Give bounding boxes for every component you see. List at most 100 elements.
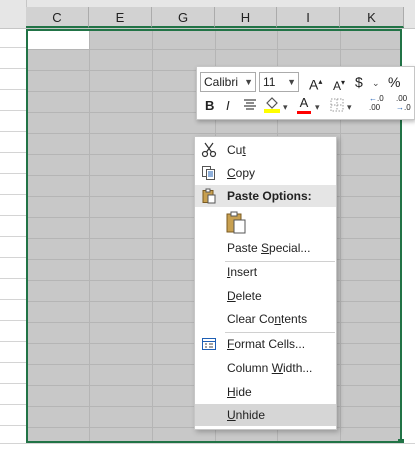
shrink-font-button[interactable]: A▾ — [333, 73, 345, 96]
column-header-g[interactable]: G — [152, 7, 215, 28]
menu-item-label: Unhide — [227, 408, 266, 422]
column-header-label: E — [115, 10, 125, 25]
italic-label: I — [226, 98, 230, 113]
menu-item-format-cells[interactable]: Format Cells... — [195, 333, 336, 355]
active-cell[interactable] — [28, 31, 90, 49]
menu-item-label: Column Width... — [227, 361, 313, 375]
font-size-value: 11 — [263, 75, 276, 89]
arrow-right-icon: → — [396, 103, 404, 112]
column-header-label: I — [306, 10, 310, 25]
paste-options-header: Paste Options: — [195, 185, 336, 207]
row-header-line — [0, 299, 26, 300]
font-color-label: A — [297, 95, 311, 114]
menu-item-cut[interactable]: Cut — [195, 139, 336, 161]
row-header-line — [0, 68, 26, 69]
row-header-line — [0, 47, 26, 48]
italic-button[interactable]: I — [226, 96, 230, 116]
menu-item-copy[interactable]: Copy — [195, 162, 336, 184]
paste-button[interactable] — [225, 211, 247, 235]
menu-item-label: Paste Special... — [227, 241, 311, 255]
menu-item-paste-special[interactable]: Paste Special... — [195, 237, 336, 259]
paste-options-label: Paste Options: — [227, 189, 312, 203]
column-header-label: G — [177, 10, 189, 25]
row-header-line — [0, 341, 26, 342]
decimal-label: .00 — [369, 103, 381, 112]
row-header-line — [0, 110, 26, 111]
context-menu: Cut Copy Paste Options: Paste Special...… — [194, 136, 337, 430]
percent-label: % — [388, 74, 401, 90]
column-header-k[interactable]: K — [340, 7, 404, 28]
row-header-line — [0, 362, 26, 363]
column-header-label: H — [240, 10, 251, 25]
menu-item-clear-contents[interactable]: Clear Contents — [195, 308, 336, 330]
menu-item-label: Copy — [227, 166, 256, 180]
menu-item-unhide[interactable]: Unhide — [195, 404, 336, 426]
currency-button[interactable]: $ — [355, 72, 363, 92]
currency-label: $ — [355, 74, 363, 90]
row-header-line — [0, 131, 26, 132]
row-header-line — [0, 383, 26, 384]
row-header-line — [0, 320, 26, 321]
chevron-down-icon[interactable]: ⌄ — [372, 73, 380, 93]
row-gridline — [28, 133, 400, 134]
clipboard-icon — [202, 188, 216, 204]
align-center-icon — [244, 99, 256, 110]
chevron-down-icon[interactable]: ▾ — [347, 97, 352, 117]
column-header-e[interactable]: E — [89, 7, 152, 28]
font-name-value: Calibri — [204, 75, 239, 89]
arrow-left-icon: ← — [369, 94, 377, 103]
menu-item-label: Clear Contents — [227, 312, 308, 326]
menu-item-column-width[interactable]: Column Width... — [195, 357, 336, 379]
align-center-button[interactable] — [243, 98, 257, 118]
menu-item-delete[interactable]: Delete — [195, 285, 336, 307]
row-gridline — [28, 49, 400, 50]
chevron-down-icon[interactable]: ▾ — [283, 97, 288, 117]
menu-item-insert[interactable]: Insert — [195, 261, 336, 283]
column-header-label: K — [367, 10, 376, 25]
row-header-line — [0, 236, 26, 237]
mini-toolbar: Calibri ▼ 11 ▼ A▴ A▾ $ ⌄ % B I ▾ A ▾ ▾ ←… — [196, 66, 415, 120]
menu-item-label: Format Cells... — [227, 337, 306, 351]
column-gridline — [152, 31, 153, 441]
column-header-label: C — [52, 10, 62, 25]
decimal-label: .00 — [396, 94, 408, 103]
menu-item-hide[interactable]: Hide — [195, 381, 336, 403]
menu-item-label: Hide — [227, 385, 252, 399]
menu-item-label: Delete — [227, 289, 262, 303]
grow-font-label: A — [309, 76, 319, 93]
column-header-h[interactable]: H — [215, 7, 277, 28]
caret-up-icon: ▴ — [318, 77, 323, 86]
percent-button[interactable]: % — [388, 72, 400, 92]
borders-icon — [330, 98, 344, 112]
borders-button[interactable] — [330, 98, 344, 118]
increase-decimal-button[interactable]: ←.0.00 — [369, 94, 384, 112]
font-name-box[interactable]: Calibri ▼ — [200, 72, 256, 92]
decimal-label: .0 — [377, 94, 384, 103]
fill-color-button[interactable] — [263, 94, 281, 120]
caret-down-icon: ▾ — [341, 78, 346, 87]
row-header-line — [0, 89, 26, 90]
shrink-font-label: A — [333, 79, 342, 93]
grow-font-button[interactable]: A▴ — [309, 72, 322, 95]
decrease-decimal-button[interactable]: .00 →.0 — [396, 94, 411, 112]
bold-button[interactable]: B — [205, 96, 214, 116]
menu-item-label: Cut — [227, 143, 246, 157]
select-all-corner[interactable] — [0, 0, 27, 28]
row-header-line — [0, 152, 26, 153]
row-header-line — [0, 257, 26, 258]
row-header-line — [0, 215, 26, 216]
fill-bucket-icon — [264, 97, 280, 113]
scissors-icon — [201, 142, 217, 158]
font-size-box[interactable]: 11 ▼ — [259, 72, 299, 92]
row-header-line — [0, 194, 26, 195]
column-header-c[interactable]: C — [26, 7, 89, 28]
column-header-i[interactable]: I — [277, 7, 340, 28]
bold-label: B — [205, 98, 215, 113]
font-color-button[interactable]: A — [297, 93, 311, 114]
chevron-down-icon: ▼ — [244, 77, 253, 87]
menu-item-label: Insert — [227, 265, 258, 279]
column-gridline — [89, 31, 90, 441]
chevron-down-icon: ▼ — [287, 77, 296, 87]
chevron-down-icon[interactable]: ▾ — [315, 97, 320, 117]
paste-clipboard-icon — [226, 211, 246, 234]
